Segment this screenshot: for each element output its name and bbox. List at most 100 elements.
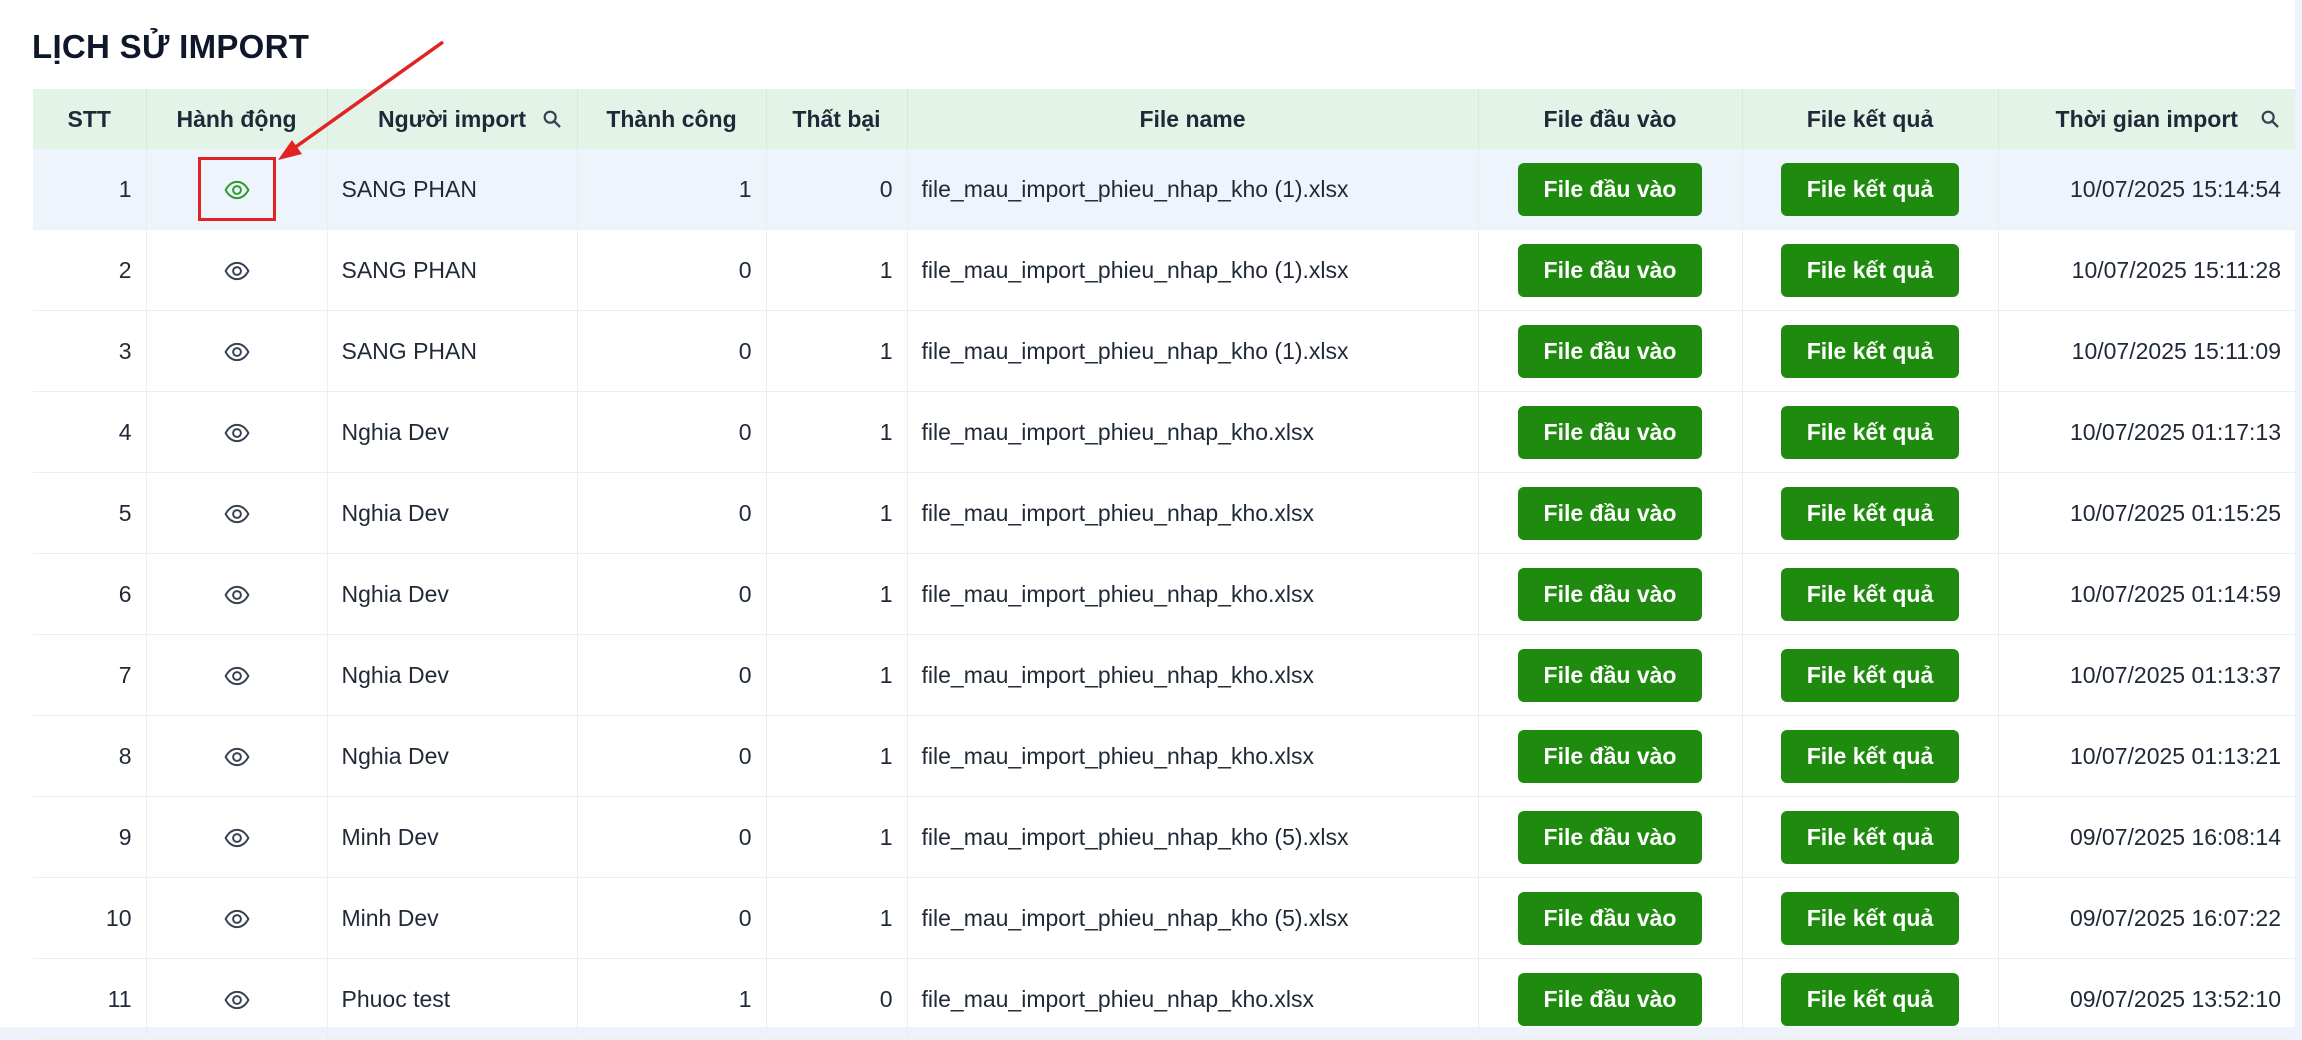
cell-time: 09/07/2025 13:52:10 [1998,958,2295,1040]
cell-input-file: File đầu vào [1478,391,1743,473]
table-row: 5 Nghia Dev 0 1 file_mau_import_phieu_nhap_k… [33,472,2295,554]
input-file-button[interactable]: File đầu vào [1517,324,1703,378]
cell-result-file: File kết quả [1742,553,1999,635]
table-row: 11 Phuoc test 1 0 file_mau_import_phieu_nhap… [33,958,2295,1040]
input-file-button[interactable]: File đầu vào [1517,810,1703,864]
eye-icon[interactable] [224,825,250,851]
cell-success: 0 [577,472,767,554]
cell-file-name: file_mau_import_phieu_nhap_kho.xlsx [907,715,1479,797]
result-file-button[interactable]: File kết quả [1780,162,1960,216]
eye-icon[interactable] [224,420,250,446]
search-icon[interactable] [2259,108,2281,130]
cell-failed: 0 [766,958,908,1040]
input-file-button[interactable]: File đầu vào [1517,405,1703,459]
result-file-button[interactable]: File kết quả [1780,648,1960,702]
search-icon[interactable] [541,108,563,130]
cell-failed: 1 [766,472,908,554]
cell-stt: 3 [33,310,147,392]
result-file-button[interactable]: File kết quả [1780,810,1960,864]
input-file-button[interactable]: File đầu vào [1517,243,1703,297]
eye-icon[interactable] [224,906,250,932]
cell-success: 0 [577,634,767,716]
table-row: 9 Minh Dev 0 1 file_mau_import_phieu_nhap_kh… [33,796,2295,878]
eye-icon[interactable] [224,339,250,365]
result-file-button[interactable]: File kết quả [1780,567,1960,621]
cell-user: SANG PHAN [327,229,578,311]
table-row: 6 Nghia Dev 0 1 file_mau_import_phieu_nhap_k… [33,553,2295,635]
cell-input-file: File đầu vào [1478,149,1743,230]
cell-action [146,472,328,554]
cell-result-file: File kết quả [1742,877,1999,959]
cell-file-name: file_mau_import_phieu_nhap_kho.xlsx [907,634,1479,716]
header-stt: STT [33,89,147,149]
table-body: 1 SANG PHAN 1 0 file_mau_import_phieu_nhap_k… [33,149,2295,1040]
cell-time: 10/07/2025 01:13:21 [1998,715,2295,797]
cell-result-file: File kết quả [1742,634,1999,716]
eye-icon[interactable] [224,987,250,1013]
cell-success: 0 [577,877,767,959]
eye-icon[interactable] [224,744,250,770]
table-row: 2 SANG PHAN 0 1 file_mau_import_phieu_nhap_k… [33,229,2295,311]
header-time-label: Thời gian import [2055,105,2238,132]
input-file-button[interactable]: File đầu vào [1517,891,1703,945]
cell-file-name: file_mau_import_phieu_nhap_kho.xlsx [907,958,1479,1040]
cell-stt: 9 [33,796,147,878]
table-row: 4 Nghia Dev 0 1 file_mau_import_phieu_nhap_k… [33,391,2295,473]
result-file-button[interactable]: File kết quả [1780,972,1960,1026]
header-user-label: Người import [378,105,526,132]
cell-success: 1 [577,149,767,230]
cell-stt: 4 [33,391,147,473]
cell-result-file: File kết quả [1742,310,1999,392]
cell-file-name: file_mau_import_phieu_nhap_kho (5).xlsx [907,796,1479,878]
result-file-button[interactable]: File kết quả [1780,486,1960,540]
cell-stt: 5 [33,472,147,554]
eye-icon[interactable] [224,582,250,608]
cell-failed: 1 [766,877,908,959]
result-file-button[interactable]: File kết quả [1780,324,1960,378]
cell-result-file: File kết quả [1742,391,1999,473]
eye-icon[interactable] [224,501,250,527]
result-file-button[interactable]: File kết quả [1780,729,1960,783]
header-action: Hành động [146,89,328,149]
cell-input-file: File đầu vào [1478,796,1743,878]
cell-success: 1 [577,958,767,1040]
cell-action [146,796,328,878]
cell-time: 09/07/2025 16:08:14 [1998,796,2295,878]
cell-success: 0 [577,796,767,878]
cell-stt: 11 [33,958,147,1040]
cell-input-file: File đầu vào [1478,553,1743,635]
result-file-button[interactable]: File kết quả [1780,405,1960,459]
cell-failed: 0 [766,149,908,230]
cell-action [146,715,328,797]
cell-file-name: file_mau_import_phieu_nhap_kho (1).xlsx [907,229,1479,311]
cell-failed: 1 [766,634,908,716]
cell-action [146,877,328,959]
result-file-button[interactable]: File kết quả [1780,243,1960,297]
input-file-button[interactable]: File đầu vào [1517,648,1703,702]
cell-time: 10/07/2025 15:14:54 [1998,149,2295,230]
input-file-button[interactable]: File đầu vào [1517,567,1703,621]
cell-file-name: file_mau_import_phieu_nhap_kho.xlsx [907,553,1479,635]
cell-stt: 6 [33,553,147,635]
cell-time: 10/07/2025 01:13:37 [1998,634,2295,716]
cell-time: 09/07/2025 16:07:22 [1998,877,2295,959]
input-file-button[interactable]: File đầu vào [1517,972,1703,1026]
table-row: 10 Minh Dev 0 1 file_mau_import_phieu_nhap_k… [33,877,2295,959]
table-row: 8 Nghia Dev 0 1 file_mau_import_phieu_nhap_k… [33,715,2295,797]
result-file-button[interactable]: File kết quả [1780,891,1960,945]
eye-icon[interactable] [224,258,250,284]
header-failed: Thất bại [766,89,908,149]
cell-action [146,553,328,635]
eye-icon[interactable] [224,663,250,689]
input-file-button[interactable]: File đầu vào [1517,162,1703,216]
import-history-table: STT Hành động Người import Thành công Th… [33,89,2295,1040]
header-input-file: File đầu vào [1478,89,1743,149]
import-history-panel: LỊCH SỬ IMPORT STT Hành động Người impor… [0,0,2295,1040]
cell-stt: 1 [33,149,147,230]
input-file-button[interactable]: File đầu vào [1517,729,1703,783]
input-file-button[interactable]: File đầu vào [1517,486,1703,540]
cell-user: SANG PHAN [327,310,578,392]
cell-result-file: File kết quả [1742,472,1999,554]
cell-input-file: File đầu vào [1478,634,1743,716]
cell-result-file: File kết quả [1742,149,1999,230]
